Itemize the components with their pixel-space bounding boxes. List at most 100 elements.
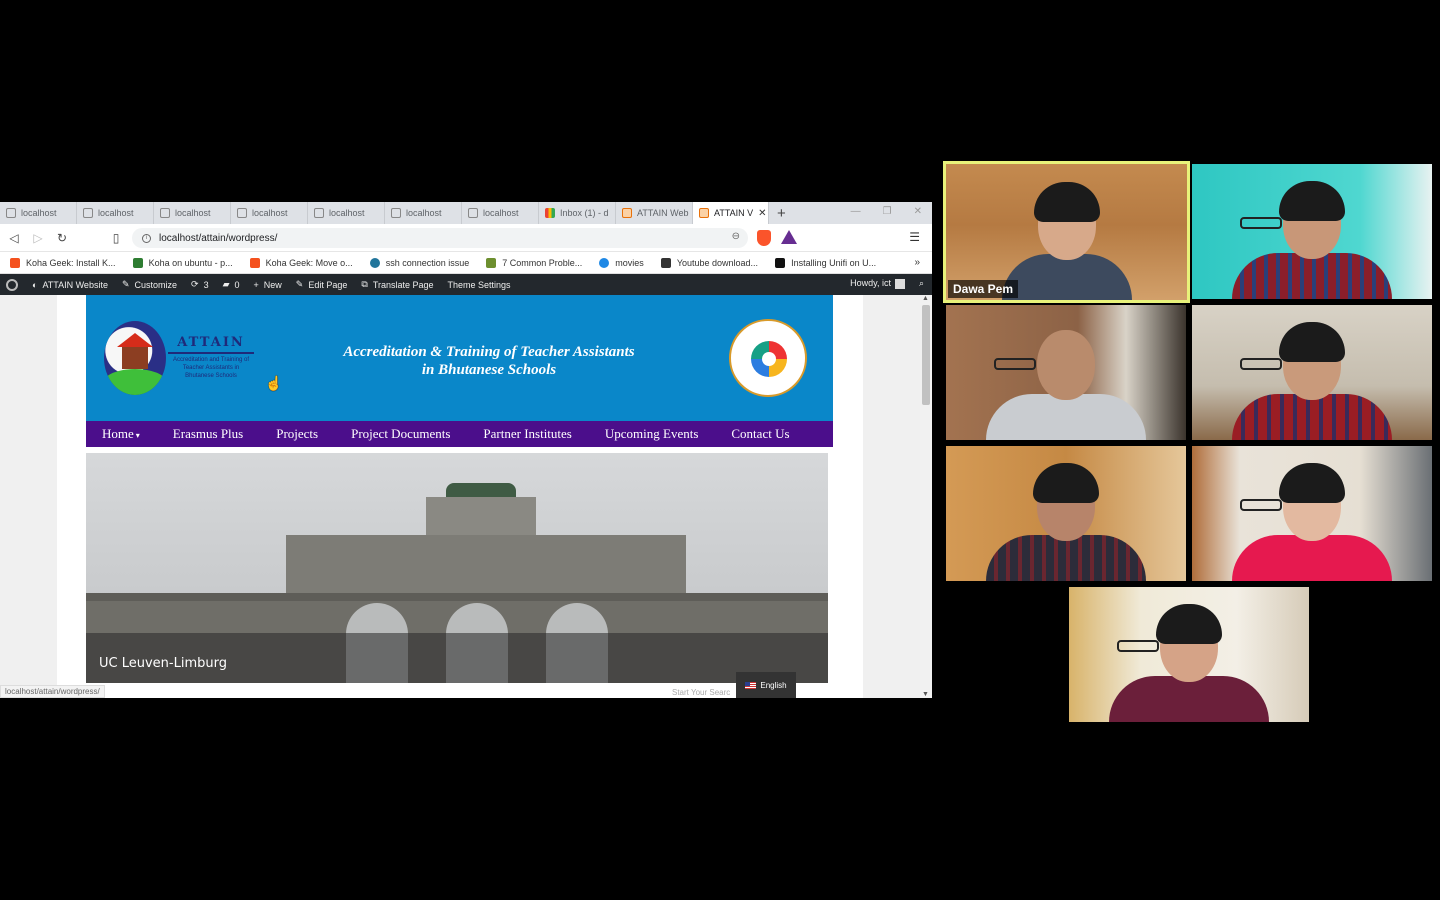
tab-active[interactable]: ATTAIN V ✕ <box>693 202 769 224</box>
tab[interactable]: localhost <box>0 202 77 224</box>
xampp-icon <box>160 208 170 218</box>
bookmark-item[interactable]: movies <box>599 257 644 268</box>
bookmark-icon[interactable]: ▯ <box>110 231 122 245</box>
scroll-thumb[interactable] <box>922 305 930 405</box>
nav-partner-institutes[interactable]: Partner Institutes <box>483 426 571 442</box>
site-nav: Home ▾ Erasmus Plus Projects Project Docu… <box>86 421 833 447</box>
glasses-shape <box>1240 217 1282 229</box>
plus-icon: + <box>253 279 259 290</box>
download-icon <box>660 257 671 268</box>
video-tile[interactable] <box>1192 446 1432 581</box>
site-title: Accreditation & Training of Teacher Assi… <box>286 343 692 379</box>
wp-comments-link[interactable]: ▰ 0 <box>223 279 240 290</box>
bookmark-label: Koha on ubuntu - p... <box>148 257 233 268</box>
brave-shield-icon[interactable] <box>757 230 771 246</box>
brave-rewards-icon[interactable] <box>781 230 797 244</box>
xampp-icon <box>391 208 401 218</box>
wp-edit-link[interactable]: ✎ Edit Page <box>296 279 348 290</box>
bookmark-item[interactable]: Youtube download... <box>660 257 758 268</box>
reload-icon[interactable]: ↻ <box>56 231 68 245</box>
minimize-icon[interactable]: — <box>851 206 861 217</box>
video-tile[interactable] <box>1192 305 1432 440</box>
video-tile-speaker[interactable]: Dawa Pem <box>943 161 1190 303</box>
nav-project-documents[interactable]: Project Documents <box>351 426 450 442</box>
tab[interactable]: localhost <box>231 202 308 224</box>
video-tile[interactable] <box>1192 164 1432 299</box>
menu-icon[interactable]: ☰ <box>909 230 920 244</box>
tab-label: localhost <box>483 208 519 218</box>
restore-icon[interactable]: ❐ <box>883 206 892 217</box>
attain-logo[interactable]: ATTAIN Accreditation and Training of Tea… <box>104 321 254 395</box>
participant-clothes <box>1109 676 1269 722</box>
wp-customize-link[interactable]: ✎ Customize <box>122 279 177 290</box>
tab[interactable]: localhost <box>308 202 385 224</box>
nav-projects[interactable]: Projects <box>276 426 318 442</box>
bookmark-item[interactable]: 7 Common Proble... <box>486 257 582 268</box>
bookmark-label: Koha Geek: Install K... <box>26 257 116 268</box>
wp-site-link[interactable]: ◐ ATTAIN Website <box>32 280 108 290</box>
scrollbar[interactable]: ▲ ▼ <box>920 295 932 698</box>
wp-updates-link[interactable]: ⟳ 3 <box>191 279 209 290</box>
slide-cornice <box>86 593 828 601</box>
search-input[interactable]: Start Your Searc <box>672 688 730 697</box>
tab[interactable]: ATTAIN Web <box>616 202 693 224</box>
tab-label: localhost <box>98 208 134 218</box>
info-icon[interactable]: i <box>142 233 151 243</box>
bookmark-item[interactable]: ssh connection issue <box>369 257 469 268</box>
browser-window: localhost localhost localhost localhost … <box>0 202 932 698</box>
tab[interactable]: localhost <box>385 202 462 224</box>
close-icon[interactable]: ✕ <box>758 208 766 219</box>
bookmarks-more-button[interactable]: » <box>914 257 920 268</box>
wp-new-label: New <box>263 279 282 290</box>
new-tab-button[interactable]: + <box>777 205 786 222</box>
wp-theme-label: Theme Settings <box>447 279 511 290</box>
participant-clothes <box>1232 253 1392 299</box>
participant-figure <box>1109 604 1269 722</box>
house-shape <box>117 333 153 347</box>
bookmarks-bar: Koha Geek: Install K... Koha on ubuntu -… <box>0 252 932 274</box>
url-field[interactable]: i localhost/attain/wordpress/ ⊖ <box>132 228 748 248</box>
glasses-shape <box>1240 358 1282 370</box>
forward-icon[interactable]: ▷ <box>32 231 44 245</box>
grass-shape <box>104 369 166 395</box>
tab[interactable]: localhost <box>462 202 539 224</box>
tab[interactable]: localhost <box>154 202 231 224</box>
video-tile[interactable] <box>946 446 1186 581</box>
scroll-up-icon[interactable]: ▲ <box>922 295 929 302</box>
language-switcher[interactable]: English <box>736 672 796 698</box>
wordpress-icon[interactable] <box>6 278 18 291</box>
wp-theme-settings-link[interactable]: Theme Settings <box>448 280 511 290</box>
brush-icon: ✎ <box>121 279 130 289</box>
participant-figure <box>1232 463 1392 581</box>
video-tile[interactable] <box>946 305 1186 440</box>
nav-upcoming-events[interactable]: Upcoming Events <box>605 426 699 442</box>
tab-gmail[interactable]: Inbox (1) - d <box>539 202 616 224</box>
screen: localhost localhost localhost localhost … <box>0 0 1440 900</box>
tab[interactable]: localhost <box>77 202 154 224</box>
xampp-icon <box>699 208 709 218</box>
wp-new-link[interactable]: + New <box>254 280 282 290</box>
nav-contact-us[interactable]: Contact Us <box>731 426 789 442</box>
bookmark-item[interactable]: Koha Geek: Install K... <box>10 257 116 268</box>
participant-face <box>994 330 1095 400</box>
zoom-icon[interactable]: ⊖ <box>732 231 740 242</box>
participant-figure <box>986 330 1146 440</box>
scroll-down-icon[interactable]: ▼ <box>922 691 929 698</box>
video-tile[interactable] <box>1069 587 1309 722</box>
bookmark-item[interactable]: Koha Geek: Move o... <box>249 257 353 268</box>
wp-translate-link[interactable]: ⧉ Translate Page <box>361 279 433 290</box>
nav-erasmus-plus[interactable]: Erasmus Plus <box>173 426 243 442</box>
howdy-user[interactable]: Howdy, ict <box>850 278 905 289</box>
participant-figure <box>1001 182 1132 300</box>
back-icon[interactable]: ◁ <box>8 231 20 245</box>
bookmark-item[interactable]: Koha on ubuntu - p... <box>132 257 233 268</box>
bookmark-item[interactable]: Installing Unifi on U... <box>775 257 876 268</box>
howdy-label: Howdy, ict <box>850 278 891 289</box>
nav-home[interactable]: Home ▾ <box>102 426 140 442</box>
participant-clothes <box>1232 394 1392 440</box>
participant-figure <box>986 463 1146 581</box>
search-icon[interactable]: ⌕ <box>919 278 924 289</box>
hero-slider[interactable]: UC Leuven-Limburg <box>86 453 828 683</box>
participant-clothes <box>1001 254 1132 300</box>
close-window-icon[interactable]: ✕ <box>914 206 922 217</box>
